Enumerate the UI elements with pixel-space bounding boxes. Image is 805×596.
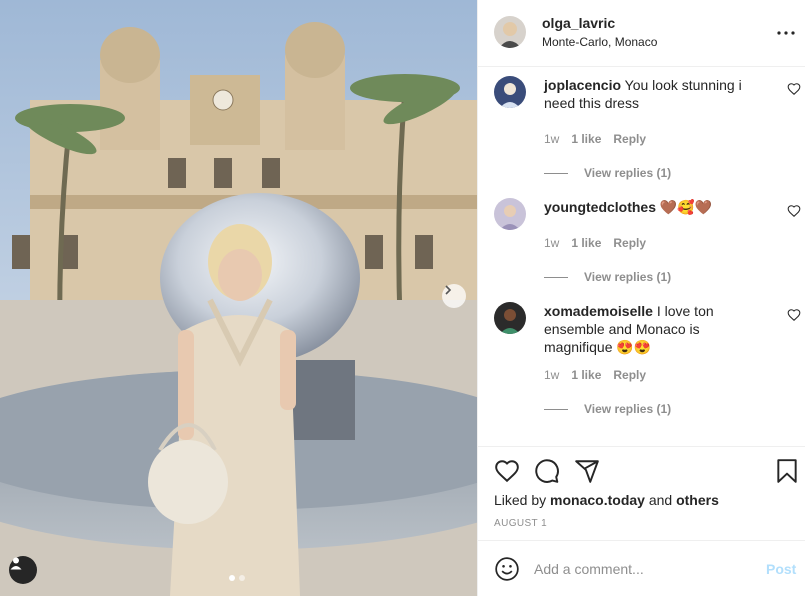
view-replies-button[interactable]: View replies (1) bbox=[544, 402, 671, 416]
commenter-username[interactable]: youngtedclothes bbox=[544, 199, 656, 215]
comment-likes[interactable]: 1 like bbox=[571, 132, 601, 146]
heart-icon[interactable] bbox=[787, 82, 801, 96]
comment-age[interactable]: 1w bbox=[544, 132, 559, 146]
commenter-avatar[interactable] bbox=[494, 302, 526, 334]
comment-icon[interactable] bbox=[534, 458, 560, 484]
view-replies-button[interactable]: View replies (1) bbox=[544, 166, 671, 180]
carousel-dot-2 bbox=[239, 575, 245, 581]
liked-by-others[interactable]: others bbox=[676, 492, 719, 508]
photo-scene bbox=[0, 0, 477, 596]
post-comment-button[interactable]: Post bbox=[766, 561, 796, 577]
reply-button[interactable]: Reply bbox=[613, 368, 646, 382]
comment-age[interactable]: 1w bbox=[544, 236, 559, 250]
liked-by-user[interactable]: monaco.today bbox=[550, 492, 645, 508]
comment-age[interactable]: 1w bbox=[544, 368, 559, 382]
post-actions: Liked by monaco.today and others AUGUST … bbox=[478, 446, 805, 540]
commenter-username[interactable]: joplacencio bbox=[544, 77, 621, 93]
liked-by-and: and bbox=[644, 492, 677, 508]
replies-divider bbox=[544, 172, 568, 174]
chevron-right-icon bbox=[445, 285, 452, 295]
emoji-icon[interactable] bbox=[494, 556, 520, 582]
carousel-indicator bbox=[229, 575, 245, 581]
tagged-users-button[interactable] bbox=[9, 556, 37, 584]
comment-likes[interactable]: 1 like bbox=[571, 368, 601, 382]
post-date[interactable]: AUGUST 1 bbox=[494, 518, 547, 529]
author-avatar[interactable] bbox=[494, 16, 526, 48]
comment-likes[interactable]: 1 like bbox=[571, 236, 601, 250]
view-replies-label: View replies (1) bbox=[584, 402, 672, 416]
comment-text: joplacencio You look stunning i need thi… bbox=[544, 76, 772, 112]
view-replies-button[interactable]: View replies (1) bbox=[544, 270, 671, 284]
next-photo-button[interactable] bbox=[442, 284, 466, 308]
comment-body: 🤎🥰🤎 bbox=[656, 199, 713, 215]
share-icon[interactable] bbox=[574, 458, 600, 484]
comment-meta: 1w 1 like Reply bbox=[544, 368, 646, 382]
author-username[interactable]: olga_lavric bbox=[542, 15, 615, 31]
post-location[interactable]: Monte-Carlo, Monaco bbox=[542, 35, 657, 49]
user-tag-icon bbox=[10, 557, 22, 570]
comment-item: youngtedclothes 🤎🥰🤎 1w 1 like Reply View… bbox=[478, 198, 805, 298]
replies-divider bbox=[544, 276, 568, 278]
comment-item: xomademoiselle I love ton ensemble and M… bbox=[478, 302, 805, 432]
heart-icon[interactable] bbox=[787, 204, 801, 218]
add-comment-bar: Post bbox=[478, 540, 805, 596]
heart-icon[interactable] bbox=[787, 308, 801, 322]
carousel-dot-1 bbox=[229, 575, 235, 581]
liked-by-label: Liked by bbox=[494, 492, 551, 508]
reply-button[interactable]: Reply bbox=[613, 132, 646, 146]
comment-input[interactable] bbox=[534, 557, 754, 581]
comment-item: joplacencio You look stunning i need thi… bbox=[478, 76, 805, 180]
post-photo[interactable] bbox=[0, 0, 477, 596]
reply-button[interactable]: Reply bbox=[613, 236, 646, 250]
more-options-button[interactable] bbox=[777, 24, 795, 42]
commenter-username[interactable]: xomademoiselle bbox=[544, 303, 653, 319]
replies-divider bbox=[544, 408, 568, 410]
post-header: olga_lavric Monte-Carlo, Monaco bbox=[478, 0, 805, 67]
heart-icon[interactable] bbox=[494, 458, 520, 484]
more-icon bbox=[777, 31, 795, 35]
likes-summary: Liked by monaco.today and others bbox=[494, 492, 719, 508]
comments-list[interactable]: joplacencio You look stunning i need thi… bbox=[478, 68, 805, 446]
view-replies-label: View replies (1) bbox=[584, 270, 672, 284]
comment-meta: 1w 1 like Reply bbox=[544, 132, 646, 146]
comment-text: xomademoiselle I love ton ensemble and M… bbox=[544, 302, 772, 356]
commenter-avatar[interactable] bbox=[494, 198, 526, 230]
commenter-avatar[interactable] bbox=[494, 76, 526, 108]
comment-text: youngtedclothes 🤎🥰🤎 bbox=[544, 198, 772, 216]
post-details-panel: olga_lavric Monte-Carlo, Monaco joplacen… bbox=[477, 0, 805, 596]
view-replies-label: View replies (1) bbox=[584, 166, 672, 180]
bookmark-icon[interactable] bbox=[774, 458, 800, 484]
comment-meta: 1w 1 like Reply bbox=[544, 236, 646, 250]
